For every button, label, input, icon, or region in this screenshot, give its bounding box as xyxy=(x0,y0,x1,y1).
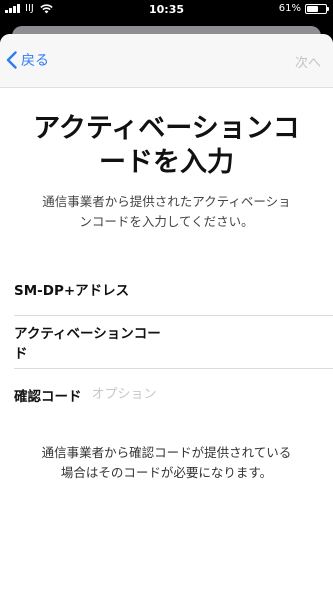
battery-fill xyxy=(307,5,318,12)
activation-code-label: アクティベーションコード xyxy=(14,325,161,362)
confirmation-code-input[interactable] xyxy=(91,387,252,402)
status-bar: IIJ 10:35 61% xyxy=(0,0,333,20)
smdp-address-input[interactable] xyxy=(139,281,300,296)
confirmation-code-footnote: 通信事業者から確認コードが提供されている 場合はそのコードが必要になります。 xyxy=(0,443,333,483)
battery-percent: 61% xyxy=(278,3,301,14)
activation-form: SM-DP+アドレス アクティベーションコード 確認コード xyxy=(0,262,333,421)
activation-code-row[interactable]: アクティベーションコード xyxy=(14,315,333,368)
page-subtitle: 通信事業者から提供されたアクティベーショ ンコードを入力してください。 xyxy=(0,192,333,232)
status-right: 61% xyxy=(278,3,329,14)
smdp-address-row[interactable]: SM-DP+アドレス xyxy=(14,262,333,315)
page-title-line2: ードを入力 xyxy=(99,147,234,178)
footnote-line2: 場合はそのコードが必要になります。 xyxy=(60,465,273,480)
activation-code-input[interactable] xyxy=(173,334,333,349)
chevron-left-icon xyxy=(6,51,17,69)
battery-icon xyxy=(305,3,329,14)
footnote-line1: 通信事業者から確認コードが提供されている xyxy=(41,445,292,460)
activation-sheet: 戻る 次へ アクティベーションコ ードを入力 通信事業者から提供されたアクティベ… xyxy=(0,34,333,600)
smdp-address-label: SM-DP+アドレス xyxy=(14,282,130,299)
next-button[interactable]: 次へ xyxy=(295,52,321,71)
page-title: アクティベーションコ ードを入力 xyxy=(0,112,333,180)
confirmation-code-label: 確認コード xyxy=(14,388,82,405)
page-subtitle-line1: 通信事業者から提供されたアクティベーショ xyxy=(42,194,291,209)
back-button[interactable]: 戻る xyxy=(6,50,49,70)
navigation-bar: 戻る 次へ xyxy=(0,34,333,88)
back-button-label: 戻る xyxy=(21,53,49,69)
page-title-line1: アクティベーションコ xyxy=(33,113,300,144)
page-subtitle-line2: ンコードを入力してください。 xyxy=(79,214,254,229)
confirmation-code-row[interactable]: 確認コード xyxy=(14,368,333,421)
